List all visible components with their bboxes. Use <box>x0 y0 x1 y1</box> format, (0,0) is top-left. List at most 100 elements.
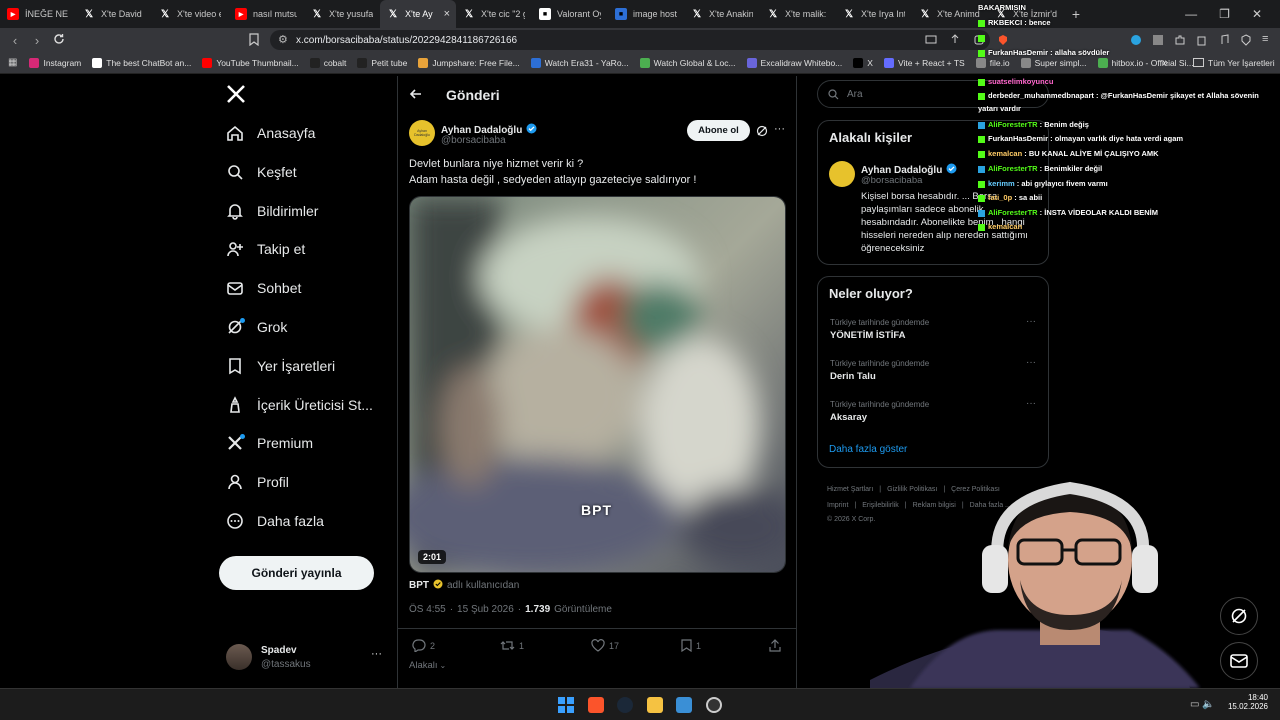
steam-icon[interactable] <box>617 697 633 713</box>
post-time[interactable]: ÖS 4:55 <box>409 604 446 615</box>
sidebar-item-home[interactable]: Anasayfa <box>226 124 315 142</box>
browser-tab[interactable]: 𝕏 X'te malik: <box>760 0 836 28</box>
tab-title: X'te cic "2 g <box>481 9 525 19</box>
obs-icon[interactable] <box>706 697 722 713</box>
post-button[interactable]: Gönderi yayınla <box>219 556 374 590</box>
browser-tab[interactable]: ■ Valorant Oy <box>532 0 608 28</box>
post-more-icon[interactable]: ··· <box>774 123 785 135</box>
trend-item[interactable]: Türkiye tarihinde gündemde YÖNETİM İSTİF… <box>830 316 1040 341</box>
windows-start-icon[interactable] <box>558 697 574 713</box>
sidebar-item-mail[interactable]: Sohbet <box>226 279 301 297</box>
browser-tab[interactable]: 𝕏 X'te David <box>76 0 152 28</box>
browser-tab[interactable]: 𝕏 X'te yusufal <box>304 0 380 28</box>
search-icon <box>226 163 244 181</box>
browser-tab[interactable]: 𝕏 X'te cic "2 g <box>456 0 532 28</box>
browser-tab[interactable]: 𝕏 X'te video e <box>152 0 228 28</box>
browser-tab[interactable]: ■ image hosti <box>608 0 684 28</box>
bookmark-button[interactable]: 1 <box>681 639 701 652</box>
author-handle[interactable]: @borsacibaba <box>441 135 506 146</box>
video-player[interactable]: BPT 2:01 <box>409 196 786 573</box>
share-icon[interactable] <box>949 33 961 51</box>
share-button[interactable] <box>769 639 781 657</box>
grok-icon[interactable] <box>756 124 768 142</box>
chat-separator: : <box>1048 48 1055 57</box>
trend-more-icon[interactable]: ··· <box>1026 357 1036 368</box>
x-icon: 𝕏 <box>464 8 474 20</box>
sidebar-item-bookmark[interactable]: Yer İşaretleri <box>226 357 335 375</box>
messages-fab-button[interactable] <box>1220 642 1258 680</box>
add-person-icon <box>226 240 244 258</box>
site-info-icon[interactable]: ⚙ <box>278 33 288 46</box>
browser-tab[interactable]: ▶ İNEĞE NE S <box>0 0 76 28</box>
sidebar-item-creator[interactable]: İçerik Üreticisi St... <box>226 395 373 414</box>
tray-icons[interactable]: ▭ 🔈 <box>1190 699 1215 710</box>
url-field[interactable]: ⚙ x.com/borsacibaba/status/2022942841186… <box>270 30 990 50</box>
source-name[interactable]: BPT <box>409 580 429 591</box>
bookmark-item[interactable]: The best ChatBot an... <box>92 57 191 68</box>
bookmark-item[interactable]: Watch Era31 - YaRo... <box>530 57 629 68</box>
trend-item[interactable]: Türkiye tarihinde gündemde Aksaray ··· <box>830 398 1040 423</box>
bookmark-item[interactable]: Vite + React + TS <box>883 57 965 68</box>
bookmark-item[interactable]: Watch Global & Loc... <box>639 57 736 68</box>
author-name[interactable]: Ayhan Dadaloğlu <box>441 125 522 136</box>
close-tab-icon[interactable]: × <box>444 8 450 20</box>
sidebar-item-bell[interactable]: Bildirimler <box>226 202 318 220</box>
more-icon[interactable]: ··· <box>371 648 382 660</box>
chat-text: Benim değiş <box>1044 120 1089 129</box>
trend-item[interactable]: Türkiye tarihinde gündemde Derin Talu ··… <box>830 357 1040 382</box>
forward-icon[interactable]: › <box>26 33 48 48</box>
bookmark-page-icon[interactable] <box>249 33 259 51</box>
back-icon[interactable]: ‹ <box>4 33 26 48</box>
browser-tab[interactable]: 𝕏 X'te Irya Inte <box>836 0 912 28</box>
sidebar-item-person[interactable]: Profil <box>226 473 289 491</box>
bookmark-item[interactable]: Petit tube <box>357 57 407 68</box>
watch2-icon <box>639 57 650 68</box>
related-toggle[interactable]: Alakalı ⌄ <box>409 660 446 671</box>
file-explorer-icon[interactable] <box>647 697 663 713</box>
author-avatar[interactable]: Ayhan Dadaloğlu <box>409 120 435 146</box>
account-switcher[interactable]: Spadev @tassakus ··· <box>226 642 386 682</box>
browser-tab[interactable]: 𝕏 X'te Ay × <box>380 0 456 28</box>
bookmark-item[interactable]: Jumpshare: Free File... <box>418 57 520 68</box>
bookmark-item[interactable]: X <box>853 57 873 68</box>
follow-button[interactable]: Abone ol <box>687 120 750 141</box>
apps-grid-icon[interactable]: ▦ <box>8 57 17 68</box>
related-person-avatar[interactable] <box>829 161 855 187</box>
like-button[interactable]: 17 <box>591 639 619 652</box>
show-more-link[interactable]: Daha fazla göster <box>829 444 907 455</box>
bookmark-item[interactable]: Excalidraw Whitebo... <box>746 57 842 68</box>
brave-icon[interactable] <box>588 697 604 713</box>
trend-more-icon[interactable]: ··· <box>1026 398 1036 409</box>
clock[interactable]: 18:40 15.02.2026 <box>1228 693 1268 711</box>
reply-button[interactable]: 2 <box>412 639 435 652</box>
browser-tab[interactable]: 𝕏 X'te Anakin <box>684 0 760 28</box>
sidebar-item-search[interactable]: Keşfet <box>226 163 297 181</box>
grok-fab-button[interactable] <box>1220 597 1258 635</box>
post-date[interactable]: 15 Şub 2026 <box>457 604 514 615</box>
bookmark-item[interactable]: cobalt <box>309 57 346 68</box>
sidebar-item-add-person[interactable]: Takip et <box>226 240 305 258</box>
x-logo-icon[interactable] <box>226 84 246 110</box>
footer-link[interactable]: Hizmet Şartları <box>827 486 873 493</box>
sidebar-item-more-circle[interactable]: Daha fazla <box>226 512 324 530</box>
sidebar-item-label: Keşfet <box>257 163 297 180</box>
related-person-handle[interactable]: @borsacibaba <box>861 175 922 186</box>
bookmark-label: Vite + React + TS <box>897 57 965 68</box>
vite-icon <box>883 57 894 68</box>
chevron-down-icon: ⌄ <box>439 661 447 670</box>
sidebar-item-x-premium[interactable]: Premium <box>226 434 313 452</box>
bookmark-item[interactable]: YouTube Thumbnail... <box>202 57 299 68</box>
reload-icon[interactable] <box>48 33 70 48</box>
related-person-name[interactable]: Ayhan Dadaloğlu <box>861 165 942 176</box>
sidebar-item-grok[interactable]: Grok <box>226 318 287 336</box>
bookmark-item[interactable]: Instagram <box>29 57 81 68</box>
footer-link[interactable]: Imprint <box>827 502 848 509</box>
cast-icon[interactable] <box>925 33 937 51</box>
account-name: Spadev <box>261 645 297 656</box>
back-arrow-icon[interactable] <box>409 87 423 106</box>
browser-tab[interactable]: ▶ nasıl mutsuz <box>228 0 304 28</box>
repost-button[interactable]: 1 <box>500 639 524 652</box>
photos-icon[interactable] <box>676 697 692 713</box>
trend-more-icon[interactable]: ··· <box>1026 316 1036 327</box>
chat-username: AliForesterTR <box>988 120 1038 129</box>
